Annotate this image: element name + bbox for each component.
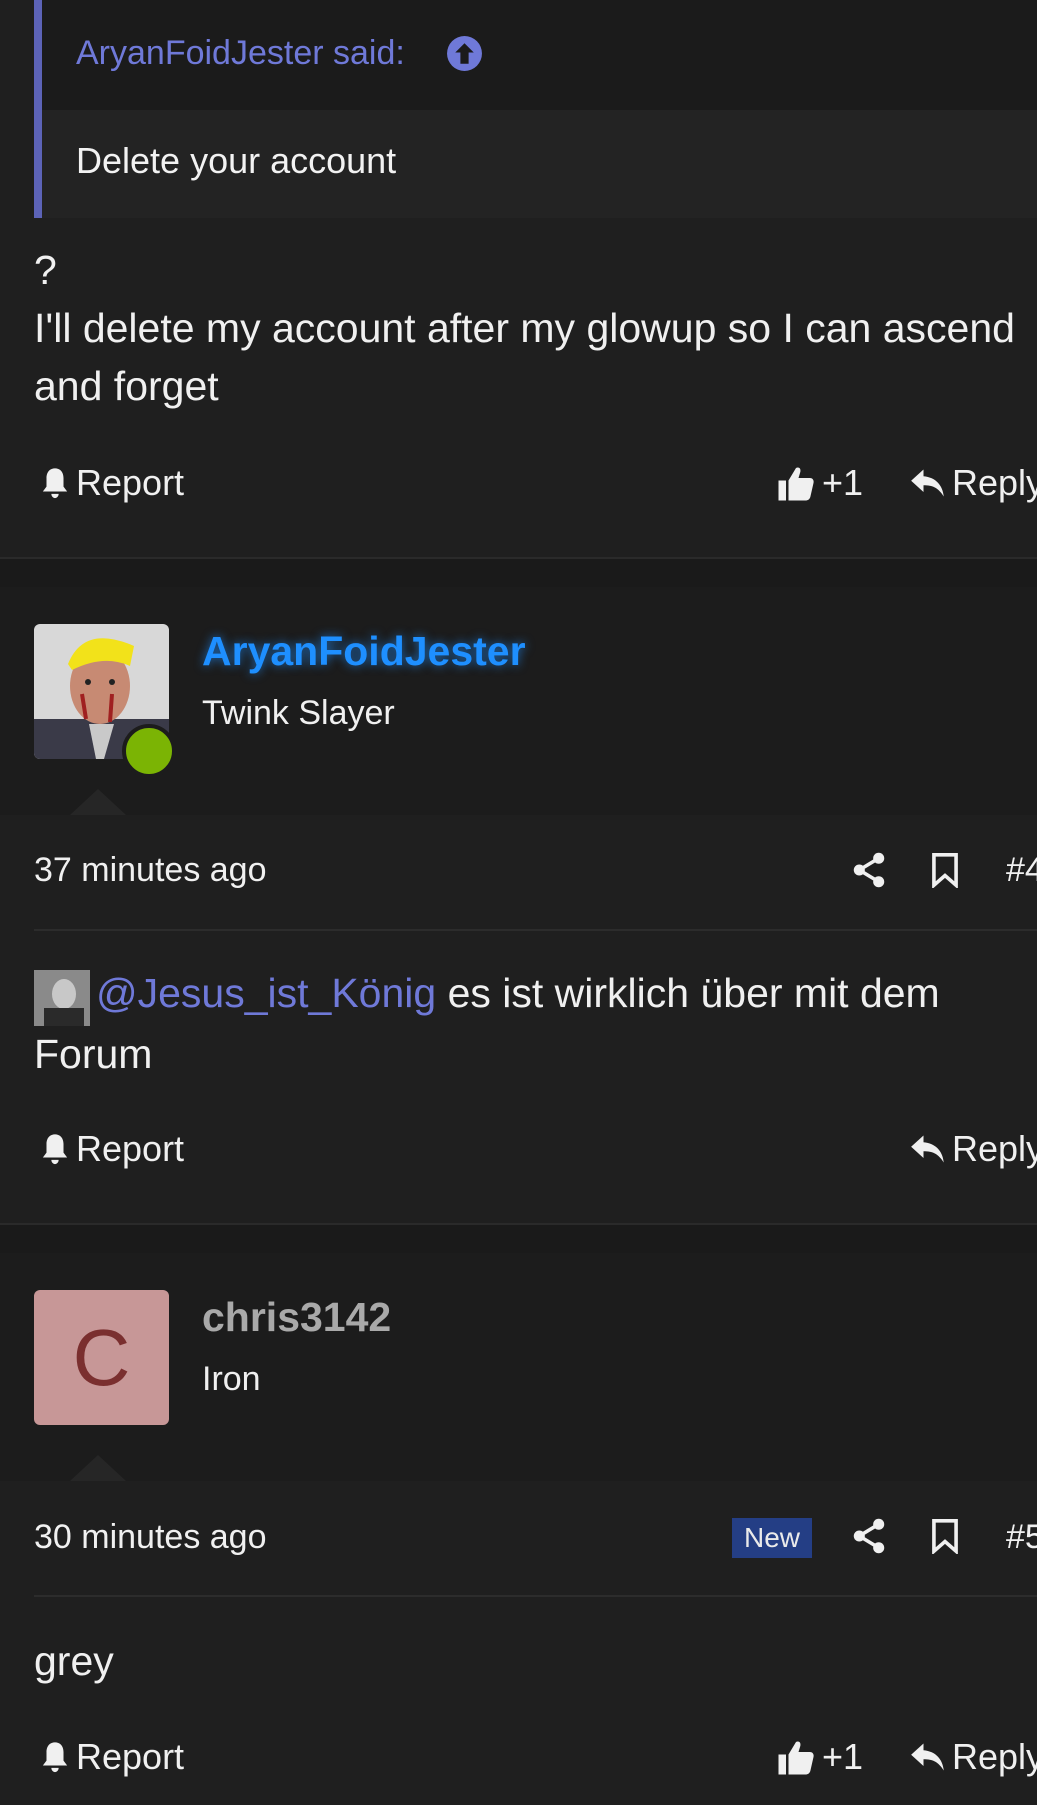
bookmark-icon[interactable] (930, 1518, 960, 1554)
share-icon[interactable] (852, 1518, 886, 1554)
arrow-up-circle-icon[interactable] (446, 35, 483, 72)
post-author-title: Twink Slayer (202, 694, 395, 732)
post-gap (0, 1225, 1037, 1253)
quote-text: Delete your account (76, 140, 397, 181)
divider (34, 1595, 1037, 1597)
bell-icon (42, 468, 68, 499)
avatar-letter: C (72, 1312, 131, 1402)
message-caret (70, 1455, 126, 1481)
mention-line: @Jesus_ist_König es ist wirklich über mi… (96, 963, 940, 1023)
like-button[interactable]: +1 (776, 462, 863, 504)
report-label: Report (76, 1128, 185, 1169)
post-text-line-2: Forum (34, 1031, 153, 1077)
thumbs-up-icon (778, 1741, 814, 1775)
post-number[interactable]: #5 (1006, 1518, 1037, 1557)
reply-icon (911, 1135, 944, 1163)
post-text-line-3: and forget (34, 363, 219, 409)
report-button[interactable]: Report (40, 1128, 184, 1170)
message-caret (70, 789, 126, 815)
reply-button[interactable]: Reply (910, 1128, 1037, 1170)
reply-icon (911, 1743, 944, 1771)
bell-icon (42, 1742, 68, 1773)
post-timestamp[interactable]: 30 minutes ago (34, 1518, 267, 1557)
report-button[interactable]: Report (40, 1736, 184, 1778)
reply-button[interactable]: Reply (910, 462, 1037, 504)
post-author-username[interactable]: AryanFoidJester (202, 628, 526, 675)
post-number[interactable]: #4 (1006, 851, 1037, 890)
bell-icon (42, 1134, 68, 1165)
report-button[interactable]: Report (40, 462, 184, 504)
post-author-title: Iron (202, 1360, 261, 1398)
reply-label: Reply (952, 1736, 1037, 1777)
report-label: Report (76, 462, 185, 503)
thumbs-up-icon (778, 467, 814, 501)
quote-attribution[interactable]: AryanFoidJester said: (76, 34, 405, 73)
avatar[interactable]: C (34, 1290, 169, 1425)
reply-label: Reply (952, 1128, 1037, 1169)
post-author-username[interactable]: chris3142 (202, 1294, 391, 1341)
reply-icon (911, 469, 944, 497)
post-gap (0, 559, 1037, 587)
mention-avatar (34, 970, 90, 1026)
post-text-line-2: I'll delete my account after my glowup s… (34, 305, 1015, 351)
bookmark-icon[interactable] (930, 852, 960, 888)
divider (34, 929, 1037, 931)
user-mention-link[interactable]: @Jesus_ist_König (96, 970, 436, 1016)
post-text-line-1: ? (34, 247, 57, 293)
post-timestamp[interactable]: 37 minutes ago (34, 851, 267, 890)
like-count: +1 (822, 1736, 864, 1777)
post-text: grey (34, 1638, 114, 1684)
report-label: Report (76, 1736, 185, 1777)
post-text-line-1: es ist wirklich über mit dem (436, 970, 940, 1016)
reply-button[interactable]: Reply (910, 1736, 1037, 1778)
like-button[interactable]: +1 (776, 1736, 863, 1778)
online-status-indicator (122, 724, 176, 778)
like-count: +1 (822, 462, 864, 503)
new-badge: New (732, 1518, 813, 1558)
reply-label: Reply (952, 462, 1037, 503)
share-icon[interactable] (852, 852, 886, 888)
